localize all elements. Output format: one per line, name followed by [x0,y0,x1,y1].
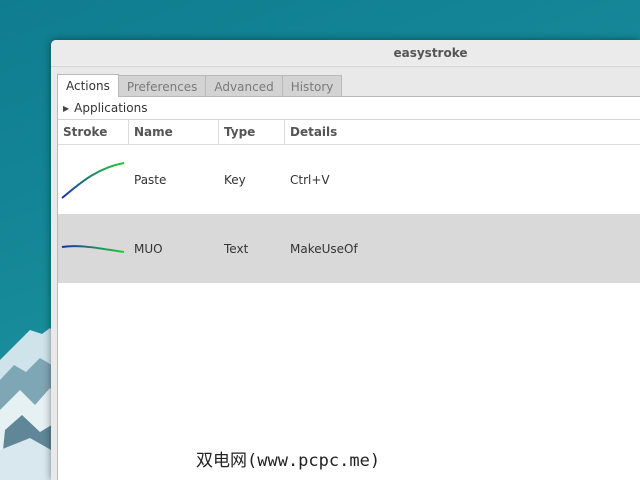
applications-expander[interactable]: ▶ Applications [58,97,640,120]
applications-label: Applications [74,101,148,115]
tab-history[interactable]: History [281,75,343,97]
easystroke-window: easystroke Actions Preferences Advanced … [51,40,640,480]
tab-preferences[interactable]: Preferences [117,75,207,97]
column-header-type[interactable]: Type [219,120,285,144]
column-header-name[interactable]: Name [129,120,219,144]
row-type: Text [224,241,249,256]
actions-panel: ▶ Applications Stroke Name Type Details [57,96,640,480]
row-name: MUO [134,241,163,256]
column-header-details[interactable]: Details [285,120,640,144]
row-details: Ctrl+V [290,172,330,187]
window-title: easystroke [393,46,468,60]
stroke-gesture-icon [61,244,125,253]
tab-advanced[interactable]: Advanced [205,75,283,97]
tab-actions[interactable]: Actions [57,74,119,97]
table-row-paste[interactable]: Paste Key Ctrl+V [58,145,640,214]
table-row-muo[interactable]: MUO Text MakeUseOf [58,214,640,283]
row-type: Key [224,172,246,187]
tab-bar: Actions Preferences Advanced History [57,74,343,97]
stroke-gesture-icon [61,161,125,199]
table-header: Stroke Name Type Details [58,120,640,145]
row-details: MakeUseOf [290,241,358,256]
expander-arrow-icon[interactable]: ▶ [63,104,69,113]
watermark-text: 双电网(www.pcpc.me) [196,451,381,471]
window-titlebar[interactable]: easystroke [51,40,640,67]
stroke-preview [58,145,129,214]
row-name: Paste [134,172,167,187]
column-header-stroke[interactable]: Stroke [58,120,129,144]
stroke-preview [58,214,129,283]
